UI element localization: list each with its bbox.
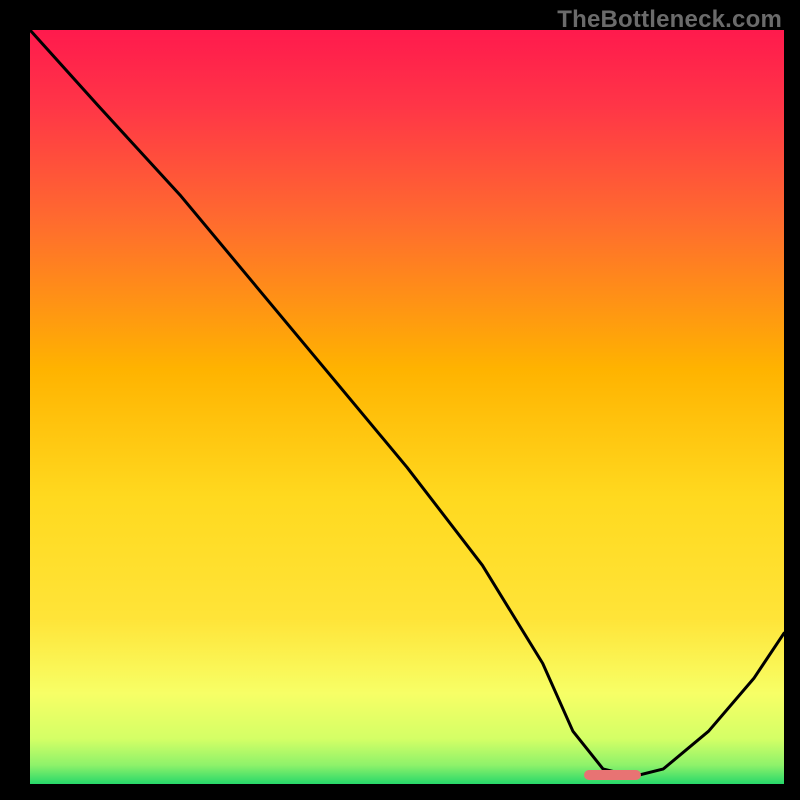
gradient-background (30, 30, 784, 784)
x-axis (28, 784, 786, 786)
y-axis (28, 30, 30, 786)
bottleneck-chart (30, 30, 784, 784)
optimal-range-marker (584, 770, 641, 780)
